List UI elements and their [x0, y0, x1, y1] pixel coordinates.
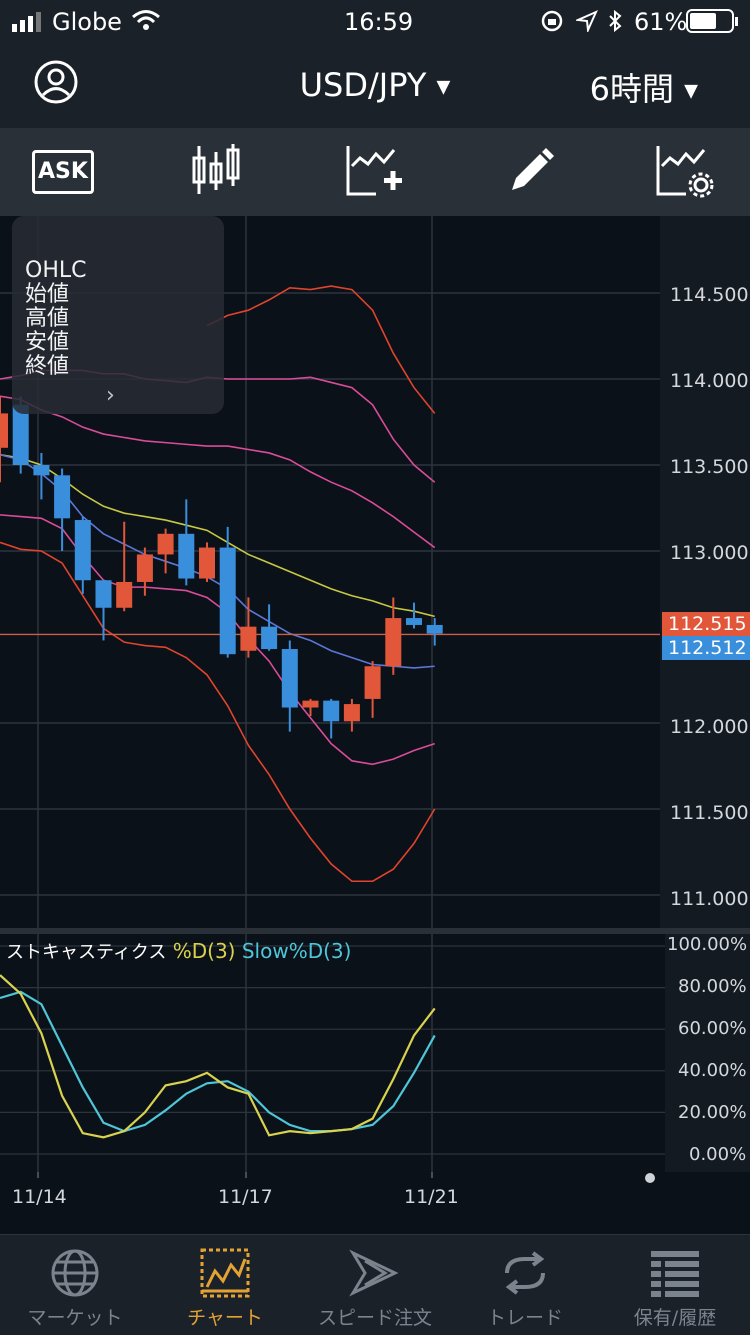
nav-label: 保有/履歴 — [633, 1307, 717, 1329]
price-tick: 114.000 — [670, 370, 749, 392]
candle-body — [343, 704, 360, 722]
candle-body — [240, 626, 257, 651]
nav-trade[interactable]: トレード — [450, 1235, 600, 1335]
candle-body — [54, 475, 71, 519]
nav-speed-order[interactable]: スピード注文 — [300, 1235, 450, 1335]
indicator-line-ma — [0, 395, 436, 549]
nav-label: マーケット — [27, 1307, 123, 1329]
chart-toolbar: ASK — [0, 128, 750, 216]
stochastic-tick: 0.00% — [689, 1144, 747, 1165]
candle-body — [302, 700, 319, 708]
timeframe-label: 6時間 — [589, 70, 674, 108]
stochastic-tick: 60.00% — [678, 1018, 747, 1039]
candle-body — [406, 618, 422, 625]
stochastic-slow-line — [0, 990, 436, 1133]
price-tick: 111.500 — [670, 802, 749, 824]
app-header: USD/JPY ▼ 6時間 ▼ — [0, 44, 750, 128]
candle-body — [199, 547, 215, 579]
candle-body — [33, 465, 50, 476]
wifi-icon — [132, 10, 160, 30]
price-tick: 113.500 — [670, 456, 749, 478]
nav-label: スピード注文 — [317, 1307, 432, 1329]
price-tick: 111.000 — [670, 888, 749, 910]
nav-chart[interactable]: チャート — [150, 1235, 300, 1335]
time-tick: 11/21 — [404, 1186, 459, 1208]
speed-order-icon — [349, 1249, 399, 1297]
ohlc-high: 高値 — [25, 306, 70, 331]
stochastic-tick: 20.00% — [678, 1102, 747, 1123]
ohlc-panel[interactable]: OHLC 始値 高値 安値 終値 › — [12, 216, 224, 414]
battery-percent: 61% — [634, 8, 688, 36]
bottom-navigation: マーケット チャート スピード注文 トレード 保有/履歴 — [0, 1234, 750, 1335]
clock: 16:59 — [344, 8, 414, 36]
candle-body — [0, 413, 8, 448]
signal-icon — [12, 12, 41, 32]
candle-body — [95, 580, 112, 608]
indicator-settings-icon[interactable] — [656, 144, 714, 200]
globe-icon — [51, 1249, 99, 1297]
nav-history[interactable]: 保有/履歴 — [600, 1235, 750, 1335]
ask-button[interactable]: ASK — [32, 150, 94, 194]
history-icon — [651, 1251, 699, 1297]
indicator-line-upper2 — [206, 285, 436, 414]
candle-body — [219, 547, 236, 655]
nav-label: トレード — [486, 1307, 563, 1329]
stochastic-tick: 40.00% — [678, 1060, 747, 1081]
candle-body — [74, 520, 91, 581]
candle-body — [136, 554, 153, 582]
stochastic-name: ストキャスティクス — [6, 942, 167, 963]
status-bar: Globe 16:59 61% — [0, 0, 750, 44]
add-indicator-icon[interactable] — [346, 144, 404, 198]
time-tick: 11/14 — [12, 1186, 67, 1208]
candle-body — [178, 533, 195, 579]
bluetooth-icon — [609, 9, 622, 33]
scroll-indicator — [645, 1173, 655, 1183]
chevron-down-icon: ▼ — [436, 76, 451, 98]
candle-body — [323, 700, 340, 722]
candle-body — [281, 649, 298, 708]
candle-body — [116, 581, 133, 608]
bid-price-tag: 112.512 — [662, 636, 750, 660]
stochastic-tick: 80.00% — [678, 976, 747, 997]
stochastic-d-line — [0, 974, 436, 1139]
price-tick: 112.000 — [670, 716, 749, 738]
nav-label: チャート — [187, 1307, 263, 1329]
candle-body — [157, 533, 174, 555]
ohlc-close: 終値 — [25, 354, 70, 379]
stochastic-tick: 100.00% — [667, 934, 748, 955]
chevron-right-icon[interactable]: › — [106, 384, 115, 408]
battery-icon — [686, 9, 738, 33]
rotation-lock-icon — [541, 10, 563, 32]
candle-body — [385, 618, 402, 667]
candle-body — [261, 626, 278, 650]
stochastic-axis-panel — [665, 932, 750, 1172]
location-icon — [576, 10, 598, 32]
currency-pair-label: USD/JPY — [299, 66, 427, 104]
price-tick: 114.500 — [670, 284, 749, 306]
ohlc-low: 安値 — [25, 330, 70, 355]
ask-price-tag: 112.515 — [662, 612, 750, 636]
stochastic-d-label: %D(3) — [172, 939, 236, 963]
chart-icon — [200, 1248, 250, 1298]
timeframe-selector[interactable]: 6時間 ▼ — [590, 64, 698, 110]
ohlc-title: OHLC — [25, 258, 87, 283]
indicator-line-lower2 — [0, 541, 436, 883]
trade-icon — [505, 1251, 545, 1295]
chevron-down-icon: ▼ — [684, 80, 698, 102]
time-tick: 11/17 — [218, 1186, 273, 1208]
carrier-name: Globe — [52, 8, 122, 36]
panel-divider — [0, 928, 750, 934]
nav-market[interactable]: マーケット — [0, 1235, 150, 1335]
candle-body — [426, 624, 443, 634]
price-tick: 113.000 — [670, 542, 749, 564]
candlestick-icon[interactable] — [190, 142, 242, 198]
ohlc-open: 始値 — [25, 282, 70, 307]
candle-body — [364, 666, 381, 699]
price-axis-panel — [660, 216, 750, 932]
draw-pencil-icon[interactable] — [508, 148, 554, 194]
stochastic-slow-label: Slow%D(3) — [241, 939, 352, 963]
stochastic-legend: ストキャスティクス %D(3) Slow%D(3) — [6, 938, 351, 964]
indicator-line-lower1 — [0, 514, 435, 766]
